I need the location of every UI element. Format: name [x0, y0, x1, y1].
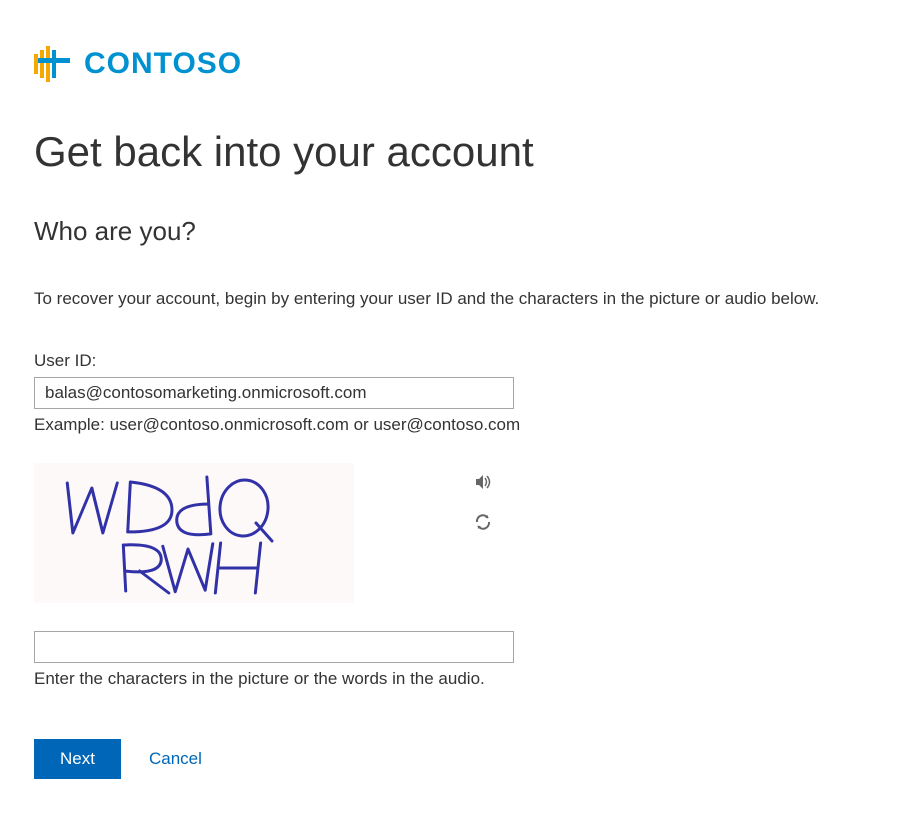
- page-subheading: Who are you?: [34, 216, 863, 247]
- userid-label: User ID:: [34, 351, 863, 371]
- cancel-link[interactable]: Cancel: [149, 749, 202, 769]
- brand-logo: CONTOSO: [34, 40, 863, 88]
- captcha-hint: Enter the characters in the picture or t…: [34, 669, 863, 689]
- captcha-input[interactable]: [34, 631, 514, 663]
- logo-mark-icon: [34, 40, 74, 88]
- instructions-text: To recover your account, begin by enteri…: [34, 287, 863, 311]
- next-button[interactable]: Next: [34, 739, 121, 779]
- userid-hint: Example: user@contoso.onmicrosoft.com or…: [34, 415, 863, 435]
- brand-name: CONTOSO: [84, 47, 242, 81]
- userid-input[interactable]: [34, 377, 514, 409]
- refresh-captcha-icon[interactable]: [474, 513, 492, 531]
- captcha-image: [34, 463, 354, 603]
- page-heading: Get back into your account: [34, 128, 863, 176]
- audio-captcha-icon[interactable]: [474, 473, 492, 491]
